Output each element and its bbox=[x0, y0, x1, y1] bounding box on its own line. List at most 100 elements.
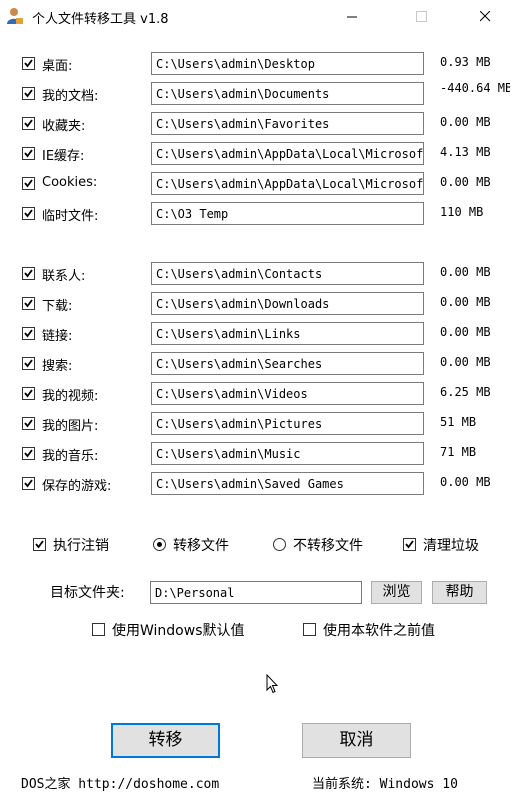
folder-size: 0.00 MB bbox=[440, 355, 491, 369]
run-logoff-checkbox[interactable] bbox=[33, 538, 46, 551]
folder-row-searches: 搜索: C:\Users\admin\Searches 0.00 MB bbox=[0, 352, 514, 376]
contacts-checkbox[interactable] bbox=[22, 267, 35, 280]
folder-path-input[interactable]: C:\Users\admin\Music bbox=[151, 442, 424, 465]
folder-label: Cookies: bbox=[42, 175, 98, 190]
pictures-checkbox[interactable] bbox=[22, 417, 35, 430]
checkmark-icon bbox=[24, 449, 33, 458]
folder-size: 71 MB bbox=[440, 445, 477, 459]
no-move-files-radio[interactable] bbox=[273, 538, 286, 551]
searches-checkbox[interactable] bbox=[22, 357, 35, 370]
browse-button[interactable]: 浏览 bbox=[371, 581, 422, 604]
checkmark-icon bbox=[24, 479, 33, 488]
folder-label: 链接: bbox=[42, 329, 73, 344]
saved-games-checkbox[interactable] bbox=[22, 477, 35, 490]
folder-label: 联系人: bbox=[42, 269, 86, 284]
maximize-icon bbox=[416, 11, 427, 22]
downloads-checkbox[interactable] bbox=[22, 297, 35, 310]
desktop-checkbox[interactable] bbox=[22, 57, 35, 70]
window-title: 个人文件转移工具 v1.8 bbox=[32, 12, 169, 27]
folder-label: 我的视频: bbox=[42, 389, 99, 404]
use-windows-default-label: 使用Windows默认值 bbox=[112, 623, 245, 639]
folder-path-input[interactable]: C:\Users\admin\Documents bbox=[151, 82, 424, 105]
checkmark-icon bbox=[405, 540, 414, 549]
checkmark-icon bbox=[35, 540, 44, 549]
use-windows-default-checkbox[interactable] bbox=[92, 623, 105, 636]
folder-size: 6.25 MB bbox=[440, 385, 491, 399]
checkmark-icon bbox=[24, 389, 33, 398]
links-checkbox[interactable] bbox=[22, 327, 35, 340]
folder-label: IE缓存: bbox=[42, 149, 85, 164]
folder-label: 我的文档: bbox=[42, 89, 99, 104]
checkmark-icon bbox=[24, 359, 33, 368]
documents-checkbox[interactable] bbox=[22, 87, 35, 100]
current-system-label: 当前系统: Windows 10 bbox=[312, 777, 458, 792]
music-checkbox[interactable] bbox=[22, 447, 35, 460]
close-button[interactable] bbox=[463, 0, 509, 32]
folder-size: 51 MB bbox=[440, 415, 477, 429]
clean-junk-label: 清理垃圾 bbox=[423, 538, 479, 554]
move-files-radio[interactable] bbox=[153, 538, 166, 551]
folder-row-desktop: 桌面: C:\Users\admin\Desktop 0.93 MB bbox=[0, 52, 514, 76]
folder-row-cookies: Cookies: C:\Users\admin\AppData\Local\Mi… bbox=[0, 172, 514, 196]
folder-size: 0.00 MB bbox=[440, 325, 491, 339]
folder-size: 4.13 MB bbox=[440, 145, 491, 159]
folder-size: 0.00 MB bbox=[440, 175, 491, 189]
folder-path-input[interactable]: C:\Users\admin\AppData\Local\Microsoft\W… bbox=[151, 142, 424, 165]
favorites-checkbox[interactable] bbox=[22, 117, 35, 130]
checkmark-icon bbox=[24, 179, 33, 188]
help-button[interactable]: 帮助 bbox=[432, 581, 487, 604]
folder-row-temp: 临时文件: C:\O3 Temp 110 MB bbox=[0, 202, 514, 226]
checkmark-icon bbox=[24, 419, 33, 428]
folder-path-input[interactable]: C:\Users\admin\Pictures bbox=[151, 412, 424, 435]
title-bar: 个人文件转移工具 v1.8 bbox=[0, 0, 514, 32]
checkmark-icon bbox=[24, 209, 33, 218]
target-folder-input[interactable]: D:\Personal bbox=[150, 581, 362, 604]
folder-path-input[interactable]: C:\Users\admin\Downloads bbox=[151, 292, 424, 315]
checkmark-icon bbox=[24, 269, 33, 278]
cookies-checkbox[interactable] bbox=[22, 177, 35, 190]
minimize-button[interactable] bbox=[330, 0, 376, 32]
checkmark-icon bbox=[24, 149, 33, 158]
folder-label: 保存的游戏: bbox=[42, 479, 112, 494]
folder-size: -440.64 MB bbox=[440, 81, 510, 95]
move-files-label: 转移文件 bbox=[173, 538, 229, 554]
folder-row-downloads: 下载: C:\Users\admin\Downloads 0.00 MB bbox=[0, 292, 514, 316]
footer-site-link[interactable]: DOS之家 http://doshome.com bbox=[21, 773, 219, 792]
folder-row-documents: 我的文档: C:\Users\admin\Documents -440.64 M… bbox=[0, 81, 514, 106]
folder-row-ie-cache: IE缓存: C:\Users\admin\AppData\Local\Micro… bbox=[0, 142, 514, 166]
folder-path-input[interactable]: C:\Users\admin\Searches bbox=[151, 352, 424, 375]
use-previous-checkbox[interactable] bbox=[303, 623, 316, 636]
radio-selected-dot bbox=[157, 542, 162, 547]
folder-row-contacts: 联系人: C:\Users\admin\Contacts 0.00 MB bbox=[0, 262, 514, 286]
folder-path-input[interactable]: C:\Users\admin\Desktop bbox=[151, 52, 424, 75]
folder-label: 我的音乐: bbox=[42, 449, 99, 464]
use-previous-label: 使用本软件之前值 bbox=[323, 623, 435, 639]
folder-path-input[interactable]: C:\O3 Temp bbox=[151, 202, 424, 225]
folder-row-favorites: 收藏夹: C:\Users\admin\Favorites 0.00 MB bbox=[0, 112, 514, 136]
folder-path-input[interactable]: C:\Users\admin\Videos bbox=[151, 382, 424, 405]
ie-cache-checkbox[interactable] bbox=[22, 147, 35, 160]
folder-path-input[interactable]: C:\Users\admin\AppData\Local\Microsoft\W… bbox=[151, 172, 424, 195]
mouse-cursor-icon bbox=[266, 674, 279, 694]
folder-path-input[interactable]: C:\Users\admin\Links bbox=[151, 322, 424, 345]
folder-label: 收藏夹: bbox=[42, 119, 86, 134]
transfer-button[interactable]: 转移 bbox=[111, 723, 220, 758]
clean-junk-checkbox[interactable] bbox=[403, 538, 416, 551]
target-folder-label: 目标文件夹: bbox=[50, 585, 125, 601]
folder-path-input[interactable]: C:\Users\admin\Saved Games bbox=[151, 472, 424, 495]
folder-size: 110 MB bbox=[440, 205, 484, 219]
folder-size: 0.93 MB bbox=[440, 55, 491, 69]
folder-path-input[interactable]: C:\Users\admin\Favorites bbox=[151, 112, 424, 135]
checkmark-icon bbox=[24, 119, 33, 128]
folder-size: 0.00 MB bbox=[440, 115, 491, 129]
folder-path-input[interactable]: C:\Users\admin\Contacts bbox=[151, 262, 424, 285]
folder-row-music: 我的音乐: C:\Users\admin\Music 71 MB bbox=[0, 442, 514, 466]
videos-checkbox[interactable] bbox=[22, 387, 35, 400]
cancel-button[interactable]: 取消 bbox=[302, 723, 411, 758]
maximize-button bbox=[399, 0, 445, 32]
temp-checkbox[interactable] bbox=[22, 207, 35, 220]
folder-row-videos: 我的视频: C:\Users\admin\Videos 6.25 MB bbox=[0, 382, 514, 406]
checkmark-icon bbox=[24, 299, 33, 308]
minimize-icon bbox=[347, 16, 357, 18]
checkmark-icon bbox=[24, 59, 33, 68]
